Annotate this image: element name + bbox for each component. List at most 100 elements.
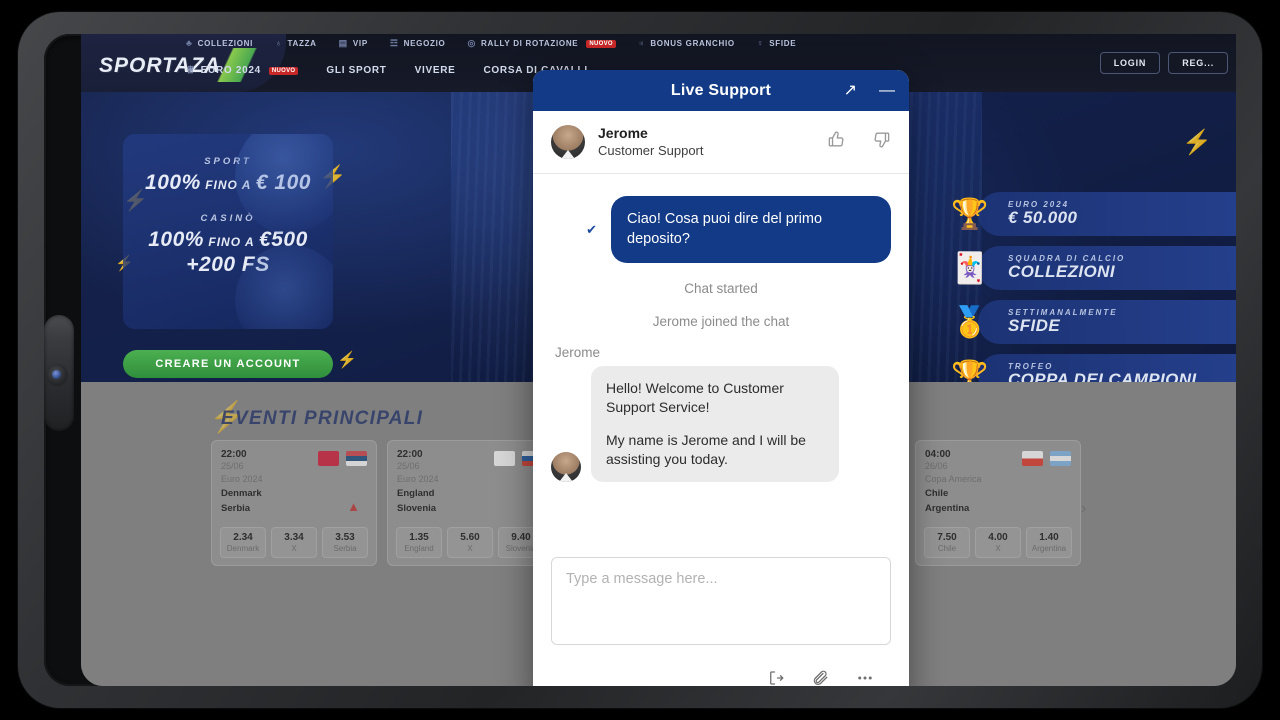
- paperclip-icon[interactable]: [811, 669, 829, 687]
- odd-label: Serbia: [333, 544, 357, 553]
- badge-nuovo: NUOVO: [586, 39, 616, 48]
- mainnav-item-euro-2024[interactable]: ♕ EURO 2024 NUOVO: [186, 65, 299, 76]
- trend-up-icon: ▲: [347, 499, 360, 514]
- lightning-bolt-icon: ⚡: [1182, 129, 1212, 156]
- topnav-item-rally[interactable]: ◎ RALLY DI ROTAZIONE NUOVO: [467, 38, 616, 48]
- trophy-cup-icon: ♁: [275, 38, 283, 48]
- odd-value: 1.35: [409, 532, 429, 543]
- chat-title-bar: Live Support ↗ —: [533, 70, 909, 111]
- live-support-chat-widget: Live Support ↗ — Jerome Customer Support: [533, 70, 909, 686]
- incoming-message-row: Hello! Welcome to Customer Support Servi…: [551, 366, 891, 483]
- team-flags: [318, 451, 367, 466]
- create-account-button[interactable]: CREARE UN ACCOUNT: [123, 350, 333, 378]
- main-navigation: ♕ EURO 2024 NUOVO GLI SPORT VIVERE CORSA…: [186, 65, 588, 76]
- euro-trophy-icon: 🏆: [951, 197, 989, 231]
- odd-label: X: [467, 544, 473, 553]
- event-card[interactable]: 04:00 26/06 Copa America Chile Argentina…: [915, 440, 1081, 566]
- cards-icon: ♣: [186, 38, 193, 48]
- odd-label: Denmark: [226, 544, 260, 553]
- odd-label: Chile: [937, 544, 957, 553]
- welcome-bonus-card: BONUS DI BENVENUTO SPORT 100% FINO A € 1…: [123, 134, 333, 329]
- argentina-flag: [1050, 451, 1071, 466]
- england-flag: [494, 451, 515, 466]
- odd-home[interactable]: 1.35 England: [396, 527, 442, 558]
- crab-icon: ♃: [637, 38, 646, 48]
- odd-home[interactable]: 7.50 Chile: [924, 527, 970, 558]
- topnav-item-negozio[interactable]: ☲ NEGOZIO: [390, 39, 446, 49]
- topnav-item-tazza[interactable]: ♁ TAZZA: [275, 38, 317, 49]
- chat-title: Live Support: [670, 81, 772, 99]
- promo-title: COPPA DEI CAMPIONI: [1008, 370, 1197, 382]
- promo-card-collezioni[interactable]: 🃏 SQUADRA DI CALCIO COLLEZIONI: [951, 246, 1236, 290]
- chat-toolbar: [533, 650, 909, 686]
- promo-card-euro-2024[interactable]: 🏆 EURO 2024 € 50.000: [951, 192, 1236, 236]
- chat-window-controls: ↗ —: [844, 70, 895, 111]
- system-message-agent-joined: Jerome joined the chat: [652, 314, 790, 330]
- chat-input-wrapper: [533, 557, 909, 650]
- mainnav-item-gli-sport[interactable]: GLI SPORT: [326, 65, 386, 76]
- chat-messages-area: ✔ Ciao! Cosa puoi dire del primo deposit…: [533, 174, 909, 557]
- agent-role: Customer Support: [598, 142, 704, 158]
- more-options-icon[interactable]: [855, 669, 875, 687]
- vip-card-icon: ▤: [338, 38, 348, 48]
- tablet-screen: SPORTAZA ♣ COLLEZIONI ♁ TAZZA ▤ VIP ☲ NE…: [81, 34, 1236, 686]
- promo-title: SFIDE: [1008, 316, 1061, 336]
- topnav-item-vip[interactable]: ▤ VIP: [338, 38, 368, 49]
- odd-label: Argentina: [1031, 544, 1067, 553]
- odd-value: 1.40: [1039, 532, 1059, 543]
- login-button[interactable]: LOGIN: [1099, 52, 1161, 74]
- minimize-icon[interactable]: —: [879, 82, 895, 99]
- odd-draw[interactable]: 5.60 X: [447, 527, 493, 558]
- event-home-team: England: [397, 488, 435, 499]
- event-away-team: Slovenia: [397, 503, 437, 514]
- message-input[interactable]: [551, 557, 891, 645]
- odd-away[interactable]: 3.53 Serbia: [322, 527, 368, 558]
- expand-icon[interactable]: ↗: [844, 82, 857, 99]
- promo-card-coppa-dei-campioni[interactable]: 🏆 TROFEO COPPA DEI CAMPIONI: [951, 354, 1236, 382]
- mainnav-label: GLI SPORT: [326, 65, 387, 76]
- thumbs-down-icon[interactable]: [872, 130, 891, 154]
- top-navigation: ♣ COLLEZIONI ♁ TAZZA ▤ VIP ☲ NEGOZIO ◎ R…: [186, 38, 797, 49]
- promo-title: € 50.000: [1008, 208, 1078, 228]
- register-button[interactable]: REG...: [1168, 52, 1228, 74]
- odd-draw[interactable]: 3.34 X: [271, 527, 317, 558]
- odd-draw[interactable]: 4.00 X: [975, 527, 1021, 558]
- topnav-label: COLLEZIONI: [197, 39, 254, 48]
- odd-value: 3.53: [335, 532, 355, 543]
- topnav-label: TAZZA: [287, 39, 317, 48]
- topnav-item-sfide[interactable]: ♀ SFIDE: [756, 38, 797, 49]
- event-home-team: Chile: [925, 488, 949, 499]
- event-card[interactable]: 22:00 25/06 Euro 2024 England Slovenia 1…: [387, 440, 553, 566]
- message-sent-check-icon: ✔: [586, 221, 597, 237]
- thumbs-up-icon[interactable]: [827, 130, 846, 154]
- event-league: Euro 2024: [221, 474, 263, 484]
- odd-home[interactable]: 2.34 Denmark: [220, 527, 266, 558]
- denmark-flag: [318, 451, 339, 466]
- exit-chat-icon[interactable]: [767, 669, 785, 687]
- mainnav-label: VIVERE: [414, 65, 456, 76]
- odd-label: X: [291, 544, 297, 553]
- odd-away[interactable]: 1.40 Argentina: [1026, 527, 1072, 558]
- event-card[interactable]: 22:00 25/06 Euro 2024 Denmark Serbia ▲ 2…: [211, 440, 377, 566]
- events-next-arrow[interactable]: ›: [1081, 500, 1086, 518]
- odd-value: 2.34: [233, 532, 253, 543]
- sport-percent: 100%: [145, 171, 201, 194]
- mainnav-item-vivere[interactable]: VIVERE: [415, 65, 456, 76]
- medal-icon: ♀: [756, 38, 765, 48]
- event-league: Copa America: [925, 474, 982, 484]
- promo-card-sfide[interactable]: 🥇 SETTIMANALMENTE SFIDE: [951, 300, 1236, 344]
- odd-value: 3.34: [284, 532, 304, 543]
- lightning-bolt-icon: ⚡: [337, 352, 357, 369]
- topnav-item-bonus-granchio[interactable]: ♃ BONUS GRANCHIO: [637, 38, 735, 49]
- badge-nuovo: NUOVO: [268, 66, 299, 75]
- topnav-item-collezioni[interactable]: ♣ COLLEZIONI: [186, 38, 254, 49]
- rally-wheel-icon: ◎: [467, 38, 476, 48]
- event-home-team: Denmark: [221, 488, 262, 499]
- odd-value: 4.00: [988, 532, 1008, 543]
- rating-controls: [827, 130, 891, 154]
- incoming-message-bubble: Hello! Welcome to Customer Support Servi…: [591, 366, 839, 483]
- topnav-label: NEGOZIO: [403, 39, 446, 48]
- team-flags: [1022, 451, 1071, 466]
- odds-row: 1.35 England 5.60 X 9.40 Slovenia: [396, 527, 544, 558]
- tablet-device-frame: SPORTAZA ♣ COLLEZIONI ♁ TAZZA ▤ VIP ☲ NE…: [18, 12, 1262, 708]
